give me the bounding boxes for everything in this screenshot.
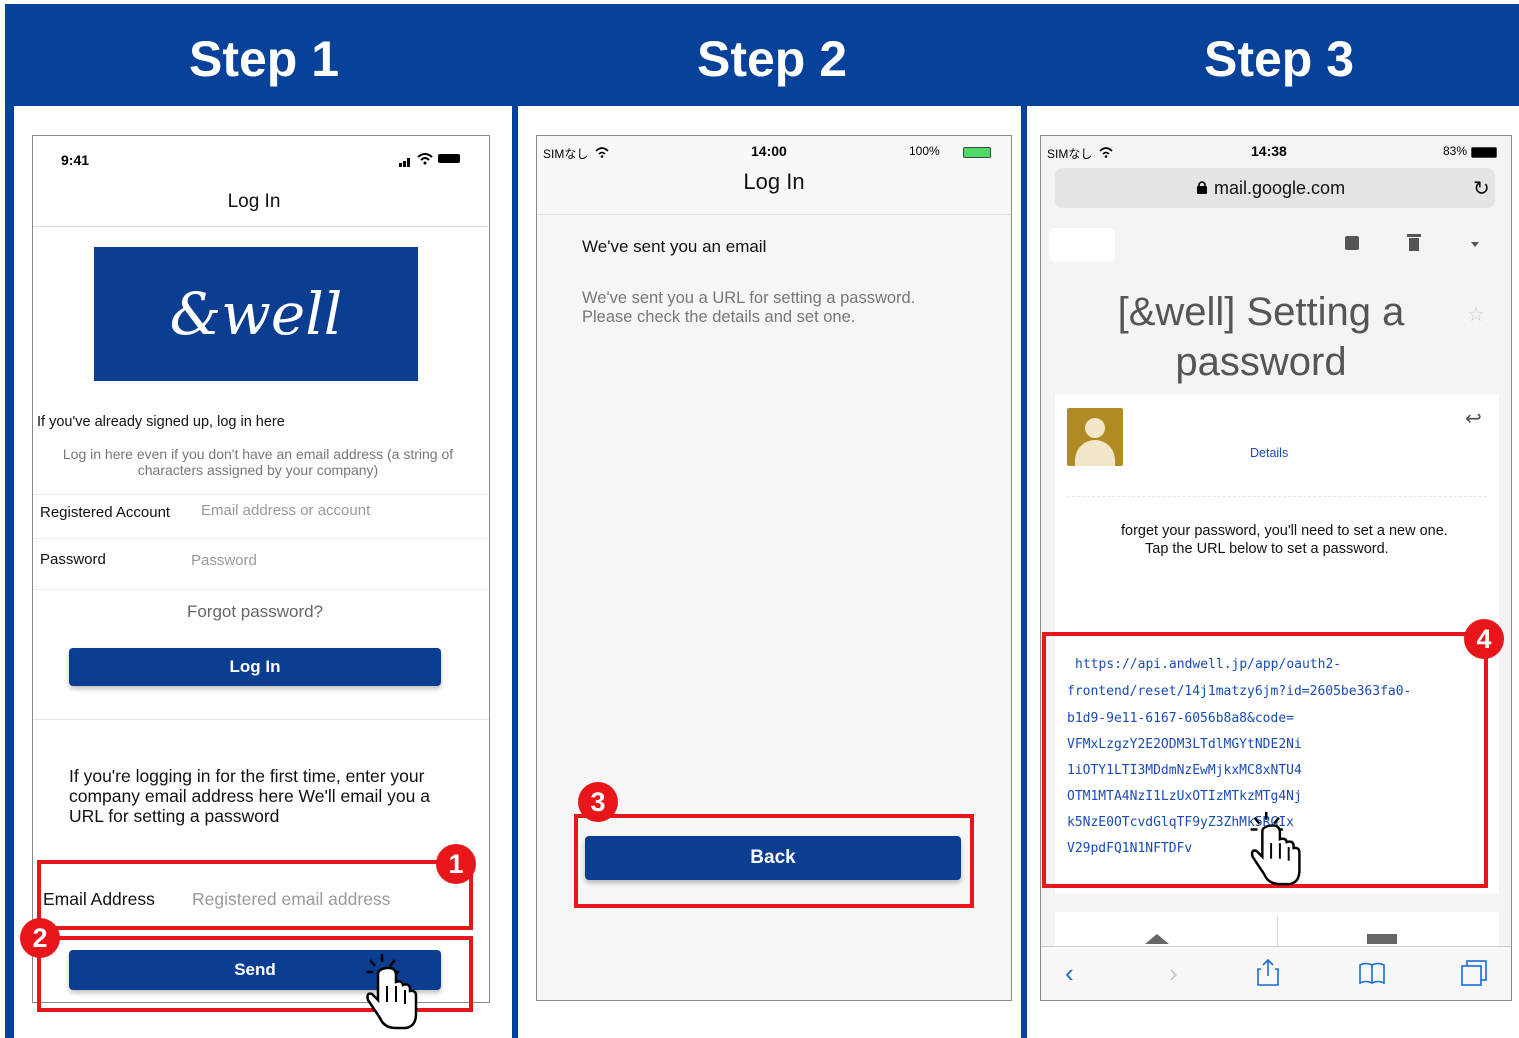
battery-icon [438,154,460,163]
email-body-line2: Tap the URL below to set a password. [1145,541,1389,557]
row-divider [33,538,489,539]
reply-icon[interactable]: ↩ [1465,406,1482,431]
account-input[interactable]: Email address or account [201,502,471,519]
prev-message-icon[interactable] [1145,934,1169,944]
badge-1: 1 [436,844,476,884]
back-arrow-icon[interactable]: ‹ [1065,958,1074,989]
logo-text: &well [169,280,343,348]
email-subject: [&well] Setting a password [1117,290,1405,384]
section-divider [33,719,489,720]
status-carrier: SIMなし [1047,147,1093,161]
nav-card-divider [1277,916,1278,946]
nav-title: Log In [227,191,281,212]
step-2-title: Step 2 [696,31,848,87]
reload-icon[interactable]: ↻ [1473,176,1490,201]
signed-up-note: Log in here even if you don't have an em… [62,446,454,478]
status-time: 14:00 [751,143,787,159]
divider-1 [512,4,518,1038]
battery-icon [1471,147,1497,158]
star-icon[interactable]: ☆ [1467,302,1485,327]
divider-2 [1021,4,1027,1038]
pointer-hand-icon [1246,808,1306,893]
password-input[interactable]: Password [191,552,461,569]
email-sent-message: We've sent you a URL for setting a passw… [582,289,916,326]
first-time-instructions: If you're logging in for the first time,… [69,766,430,826]
badge-4: 4 [1464,619,1504,659]
signed-up-heading: If you've already signed up, log in here [37,414,285,430]
signal-icon [399,154,413,172]
nav-divider [33,226,489,227]
card-divider [1067,496,1487,497]
password-label: Password [40,551,106,568]
email-sent-heading: We've sent you an email [582,237,767,256]
forward-arrow-icon[interactable]: › [1169,958,1178,989]
status-battery-percent: 100% [909,144,940,158]
status-time: 9:41 [61,152,90,168]
bookmarks-icon[interactable] [1359,962,1385,989]
forgot-password-link[interactable]: Forgot password? [117,602,393,626]
step-3-title: Step 3 [1203,31,1355,87]
pointer-hand-icon [362,950,422,1037]
trash-icon[interactable] [1407,233,1421,256]
lock-icon [1196,180,1208,199]
email-body-line1: forget your password, you'll need to set… [1121,523,1448,539]
next-message-icon[interactable] [1367,934,1397,944]
badge-3: 3 [578,782,618,822]
left-border [5,4,14,1038]
brand-logo: &well [94,247,418,381]
wifi-icon [417,152,433,170]
battery-icon [963,147,991,158]
archive-icon[interactable] [1345,236,1359,250]
avatar-icon [1067,408,1123,466]
account-label: Registered Account [40,504,171,521]
highlight-back [574,814,974,908]
dropdown-icon[interactable] [1471,242,1479,247]
login-button[interactable]: Log In [69,648,441,686]
status-carrier: SIMなし [543,147,589,161]
badge-2: 2 [20,918,60,958]
status-battery-percent: 83% [1443,144,1468,158]
status-time: 14:38 [1251,143,1287,159]
tabs-icon[interactable] [1461,960,1487,991]
wifi-icon [595,145,609,163]
details-link[interactable]: Details [1250,446,1288,460]
share-icon[interactable] [1257,958,1279,991]
step-1-title: Step 1 [188,31,340,87]
url-host: mail.google.com [1214,178,1346,198]
back-to-inbox-button[interactable] [1049,228,1115,262]
wifi-icon [1099,145,1113,163]
nav-title: Log In [743,169,805,194]
highlight-email [37,860,473,930]
